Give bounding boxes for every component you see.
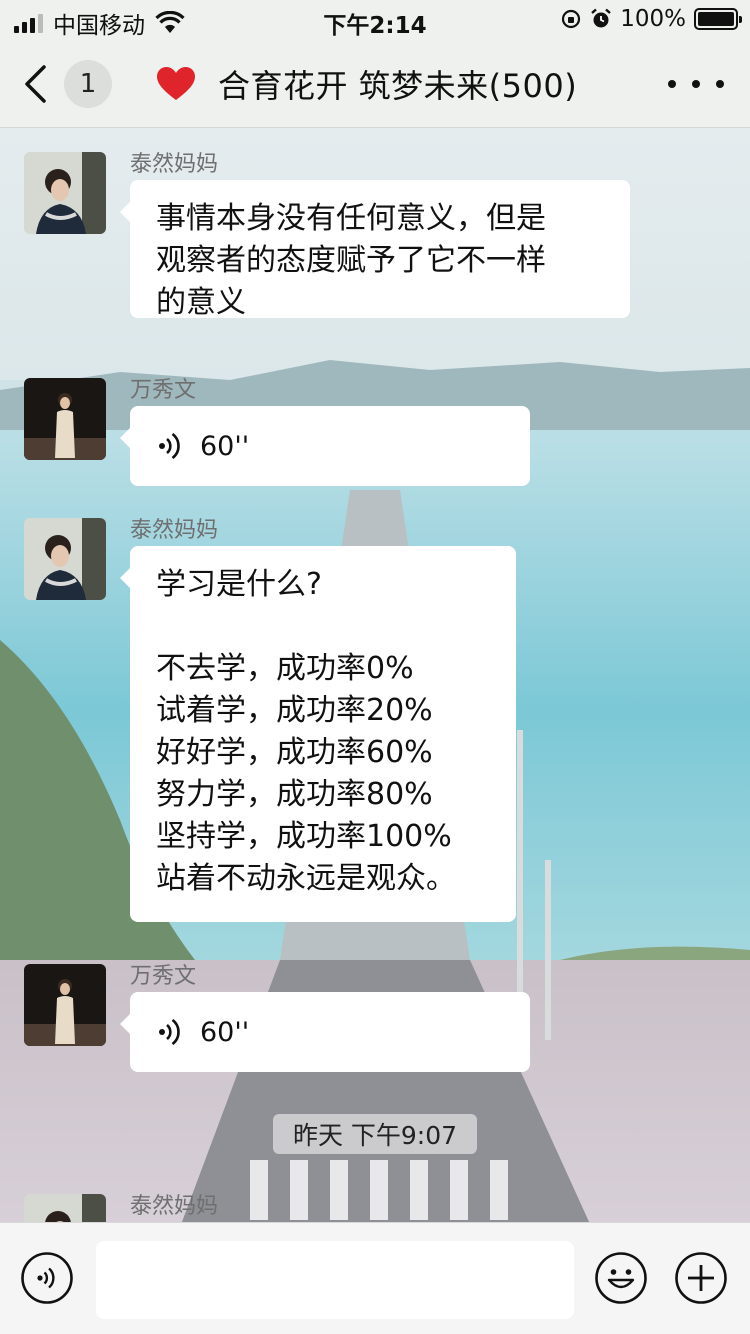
sender-name: 泰然妈妈: [130, 152, 219, 177]
plus-icon: [675, 1252, 727, 1304]
battery-icon: [694, 8, 742, 30]
voice-toggle-icon: [21, 1252, 73, 1304]
group-name: 合育花开 筑梦未来(500): [218, 67, 578, 105]
back-button[interactable]: [22, 58, 62, 110]
voice-duration: 60'': [200, 1016, 250, 1048]
battery-percent: 100%: [620, 6, 686, 32]
sender-name: 万秀文: [130, 964, 197, 989]
message-item: 万秀文 60'': [0, 354, 750, 494]
emoji-icon: [595, 1252, 647, 1304]
more-functions-button[interactable]: [674, 1251, 728, 1305]
alarm-icon: [591, 8, 612, 28]
avatar[interactable]: [24, 378, 106, 460]
message-input[interactable]: [96, 1241, 574, 1319]
unread-count-badge[interactable]: 1: [64, 60, 112, 108]
message-list[interactable]: 泰然妈妈 事情本身没有任何意义，但是 观察者的态度赋予了它不一样 的意义 万秀文…: [0, 128, 750, 1222]
avatar[interactable]: [24, 964, 106, 1046]
chat-title: 合育花开 筑梦未来(500): [156, 60, 577, 108]
chat-header: 1 合育花开 筑梦未来(500): [0, 40, 750, 128]
message-item: 泰然妈妈 学习是什么? 不去学，成功率0% 试着学，成功率20% 好好学，成功率…: [0, 494, 750, 940]
emoji-button[interactable]: [594, 1251, 648, 1305]
input-bar: [0, 1222, 750, 1334]
voice-duration: 60'': [200, 430, 250, 462]
more-dots-icon: [668, 80, 676, 88]
avatar[interactable]: [24, 1194, 106, 1222]
voice-message-bubble[interactable]: 60'': [120, 992, 530, 1072]
message-timestamp: 昨天 下午9:07: [273, 1114, 477, 1154]
text-message-bubble[interactable]: 学习是什么? 不去学，成功率0% 试着学，成功率20% 好好学，成功率60% 努…: [120, 546, 516, 922]
sender-name: 泰然妈妈: [130, 1194, 219, 1219]
message-item: 泰然妈妈: [0, 1170, 750, 1222]
sender-name: 泰然妈妈: [130, 518, 219, 543]
message-item: 泰然妈妈 事情本身没有任何意义，但是 观察者的态度赋予了它不一样 的意义: [0, 128, 750, 354]
more-options-button[interactable]: [668, 68, 724, 100]
text-message-bubble[interactable]: 事情本身没有任何意义，但是 观察者的态度赋予了它不一样 的意义: [120, 180, 630, 320]
voice-wave-icon: [159, 432, 180, 460]
sender-name: 万秀文: [130, 378, 197, 403]
orientation-lock-icon: [562, 9, 581, 29]
voice-input-button[interactable]: [20, 1251, 74, 1305]
heart-icon: [157, 67, 195, 100]
voice-message-bubble[interactable]: 60'': [120, 406, 530, 486]
voice-wave-icon: [159, 1018, 180, 1046]
status-bar: 中国移动 下午2:14 100%: [0, 0, 750, 40]
avatar[interactable]: [24, 152, 106, 234]
chevron-left-icon: [25, 65, 46, 103]
avatar[interactable]: [24, 518, 106, 600]
message-item: 万秀文 60'': [0, 940, 750, 1080]
